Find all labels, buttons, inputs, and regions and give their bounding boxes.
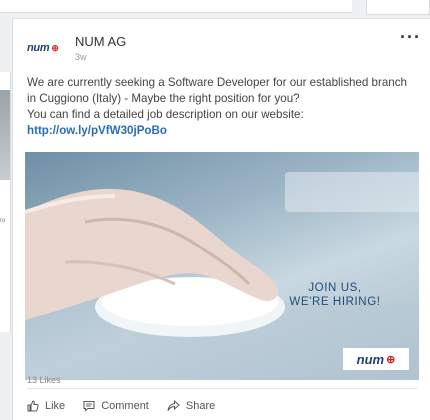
comment-icon: [83, 401, 95, 412]
more-dots-icon[interactable]: ···: [400, 27, 421, 48]
share-button[interactable]: Share: [167, 400, 215, 412]
adjacent-card-caption: ro: [0, 218, 6, 224]
post-text: We are currently seeking a Software Deve…: [27, 75, 423, 139]
image-logo-badge: num ⊕: [343, 348, 409, 370]
feed-post-card: num ⊕ NUM AG 3w ··· We are currently see…: [12, 18, 430, 420]
previous-card-edge: [0, 0, 352, 13]
company-logo[interactable]: num ⊕: [27, 39, 69, 57]
post-text-line: in Cuggiono (Italy) - Maybe the right po…: [27, 92, 300, 105]
post-header: num ⊕ NUM AG 3w ···: [27, 27, 420, 67]
hiring-headline-line: WE'RE HIRING!: [289, 296, 381, 308]
post-time: 3w: [75, 52, 87, 62]
post-text-line: You can find a detailed job description …: [27, 108, 304, 121]
sidebar-card-edge: [366, 0, 430, 15]
thumbs-up-icon: [27, 400, 39, 412]
adjacent-card: ro: [0, 72, 11, 332]
post-text-line: We are currently seeking a Software Deve…: [27, 76, 408, 89]
post-image[interactable]: JOIN US, WE'RE HIRING! num ⊕: [25, 152, 419, 380]
hiring-headline-line: JOIN US,: [308, 282, 362, 294]
like-button[interactable]: Like: [27, 400, 65, 412]
post-actions: Like Comment Share: [27, 400, 215, 412]
share-icon: [167, 400, 180, 411]
adjacent-card-image: [0, 90, 10, 180]
comment-label: Comment: [101, 400, 149, 412]
job-link[interactable]: http://ow.ly/pVfW30jPoBo: [27, 124, 167, 137]
divider: [27, 388, 417, 389]
badge-word: num: [356, 351, 385, 367]
hand-mouse-illustration: [25, 172, 419, 380]
comment-button[interactable]: Comment: [83, 400, 149, 412]
company-name[interactable]: NUM AG: [75, 34, 126, 49]
logo-word: num: [27, 42, 50, 54]
hiring-headline: JOIN US, WE'RE HIRING!: [275, 281, 395, 309]
like-label: Like: [45, 400, 66, 412]
logo-mark: ⊕: [51, 42, 59, 53]
badge-mark: ⊕: [386, 353, 396, 366]
share-label: Share: [185, 400, 216, 412]
likes-count[interactable]: 13 Likes: [27, 375, 61, 385]
